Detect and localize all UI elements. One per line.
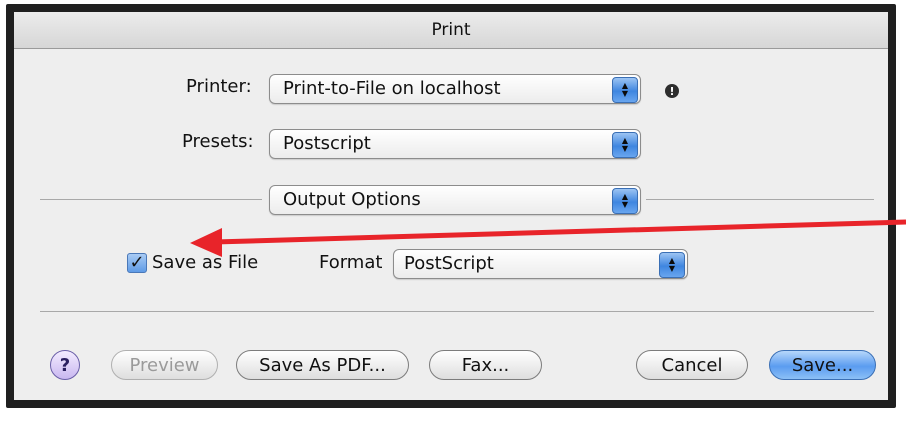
save-as-pdf-button[interactable]: Save As PDF... xyxy=(236,350,409,380)
fax-button[interactable]: Fax... xyxy=(429,350,542,380)
save-button[interactable]: Save... xyxy=(769,350,876,380)
save-as-file-checkbox[interactable]: ✓ xyxy=(127,253,147,273)
preview-button[interactable]: Preview xyxy=(111,350,218,380)
separator-left xyxy=(40,199,262,200)
bottom-separator xyxy=(40,311,874,312)
presets-value: Postscript xyxy=(283,133,371,154)
panel-value: Output Options xyxy=(283,189,421,210)
printer-value: Print-to-File on localhost xyxy=(283,78,501,99)
printer-popup[interactable]: Print-to-File on localhost ▲ ▼ xyxy=(269,74,641,104)
save-as-file-label: Save as File xyxy=(152,252,259,273)
format-label: Format xyxy=(319,252,383,273)
format-popup[interactable]: PostScript ▲ ▼ xyxy=(393,249,688,279)
printer-label: Printer: xyxy=(186,76,252,97)
help-button[interactable]: ? xyxy=(50,350,80,380)
separator-right xyxy=(646,199,874,200)
window-title: Print xyxy=(431,20,471,40)
up-down-arrows-icon: ▲ ▼ xyxy=(659,252,685,278)
up-down-arrows-icon: ▲ ▼ xyxy=(612,132,638,158)
window-titlebar: Print xyxy=(14,12,888,49)
up-down-arrows-icon: ▲ ▼ xyxy=(612,188,638,214)
format-value: PostScript xyxy=(404,253,494,274)
cancel-button[interactable]: Cancel xyxy=(636,350,748,380)
up-down-arrows-icon: ▲ ▼ xyxy=(612,77,638,103)
dialog-content: Printer: Print-to-File on localhost ▲ ▼ !… xyxy=(14,49,888,400)
presets-popup[interactable]: Postscript ▲ ▼ xyxy=(269,129,641,159)
presets-label: Presets: xyxy=(182,131,254,152)
info-icon[interactable]: ! xyxy=(665,84,679,98)
panel-popup[interactable]: Output Options ▲ ▼ xyxy=(269,185,641,215)
print-dialog-frame: Print Printer: Print-to-File on localhos… xyxy=(6,4,896,408)
